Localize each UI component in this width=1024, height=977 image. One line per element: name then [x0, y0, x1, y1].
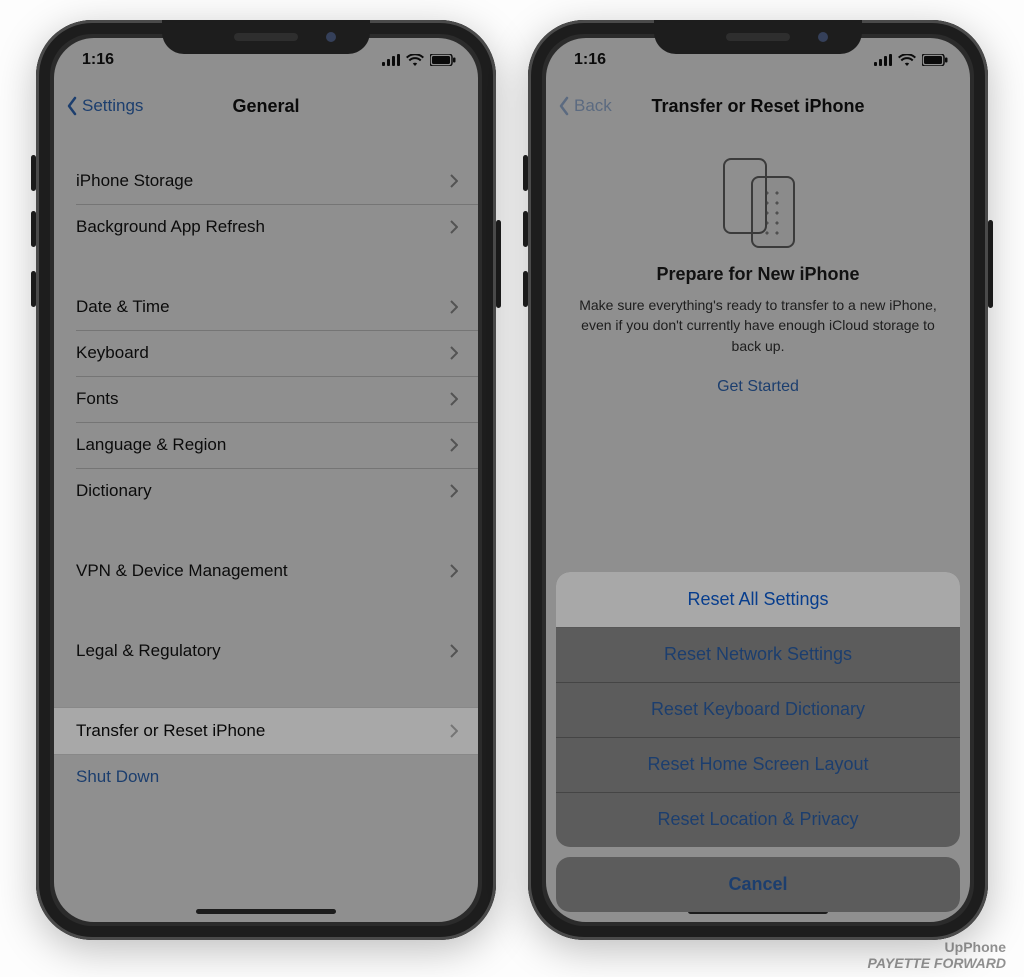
prepare-panel: Prepare for New iPhone Make sure everyth…	[546, 158, 970, 396]
chevron-right-icon	[450, 484, 458, 498]
row-shut-down[interactable]: Shut Down	[54, 754, 478, 800]
row-iphone-storage[interactable]: iPhone Storage	[54, 158, 478, 204]
speaker-slot	[726, 33, 790, 41]
chevron-right-icon	[450, 564, 458, 578]
chevron-right-icon	[450, 644, 458, 658]
wifi-icon	[406, 54, 424, 66]
status-time: 1:16	[82, 51, 114, 69]
chevron-right-icon	[450, 392, 458, 406]
sheet-cancel-block: Cancel	[556, 857, 960, 912]
row-language-region[interactable]: Language & Region	[54, 422, 478, 468]
row-legal[interactable]: Legal & Regulatory	[54, 628, 478, 674]
status-icons	[382, 54, 456, 66]
row-date-time[interactable]: Date & Time	[54, 284, 478, 330]
chevron-right-icon	[450, 174, 458, 188]
opt-reset-all-settings[interactable]: Reset All Settings	[556, 572, 960, 627]
row-transfer-reset[interactable]: Transfer or Reset iPhone	[54, 708, 478, 754]
status-time: 1:16	[574, 51, 606, 69]
cellular-icon	[382, 54, 400, 66]
chevron-right-icon	[450, 346, 458, 360]
chevron-right-icon	[450, 438, 458, 452]
home-indicator[interactable]	[196, 909, 336, 914]
group-transfer: Transfer or Reset iPhone Shut Down	[54, 708, 478, 800]
row-label: Legal & Regulatory	[76, 641, 221, 661]
row-label: Dictionary	[76, 481, 152, 501]
opt-reset-location-privacy[interactable]: Reset Location & Privacy	[556, 792, 960, 847]
prepare-heading: Prepare for New iPhone	[576, 264, 940, 285]
battery-icon	[430, 54, 456, 66]
chevron-right-icon	[450, 724, 458, 738]
iphone-right: 1:16 Back Transfer or Reset iPhone	[528, 20, 988, 940]
wifi-icon	[898, 54, 916, 66]
row-keyboard[interactable]: Keyboard	[54, 330, 478, 376]
devices-icon	[715, 158, 801, 248]
row-label: Background App Refresh	[76, 217, 265, 237]
chevron-right-icon	[450, 300, 458, 314]
front-camera	[326, 32, 336, 42]
chevron-left-icon	[66, 96, 78, 116]
group-storage: iPhone Storage Background App Refresh	[54, 158, 478, 250]
row-label: Shut Down	[76, 767, 159, 787]
iphone-left: 1:16 Settings General iPhone Storage	[36, 20, 496, 940]
prepare-body: Make sure everything's ready to transfer…	[576, 295, 940, 356]
nav-bar: Back Transfer or Reset iPhone	[546, 82, 970, 130]
opt-reset-keyboard-dict[interactable]: Reset Keyboard Dictionary	[556, 682, 960, 737]
cancel-button[interactable]: Cancel	[556, 857, 960, 912]
battery-icon	[922, 54, 948, 66]
row-label: Fonts	[76, 389, 119, 409]
row-background-refresh[interactable]: Background App Refresh	[54, 204, 478, 250]
notch	[654, 20, 862, 54]
group-legal: Legal & Regulatory	[54, 628, 478, 674]
reset-action-sheet: Reset All Settings Reset Network Setting…	[556, 572, 960, 912]
chevron-right-icon	[450, 220, 458, 234]
back-label: Back	[574, 96, 612, 116]
sheet-options: Reset All Settings Reset Network Setting…	[556, 572, 960, 847]
nav-bar: Settings General	[54, 82, 478, 130]
row-vpn[interactable]: VPN & Device Management	[54, 548, 478, 594]
speaker-slot	[234, 33, 298, 41]
row-label: Language & Region	[76, 435, 226, 455]
opt-reset-home-layout[interactable]: Reset Home Screen Layout	[556, 737, 960, 792]
opt-reset-network[interactable]: Reset Network Settings	[556, 627, 960, 682]
row-label: Transfer or Reset iPhone	[76, 721, 265, 741]
row-dictionary[interactable]: Dictionary	[54, 468, 478, 514]
chevron-left-icon	[558, 96, 570, 116]
row-label: Keyboard	[76, 343, 149, 363]
row-label: Date & Time	[76, 297, 170, 317]
group-vpn: VPN & Device Management	[54, 548, 478, 594]
get-started-link[interactable]: Get Started	[576, 378, 940, 396]
screen-left: 1:16 Settings General iPhone Storage	[54, 38, 478, 922]
status-icons	[874, 54, 948, 66]
row-fonts[interactable]: Fonts	[54, 376, 478, 422]
row-label: VPN & Device Management	[76, 561, 288, 581]
row-label: iPhone Storage	[76, 171, 193, 191]
back-button[interactable]: Back	[558, 96, 612, 116]
screen-right: 1:16 Back Transfer or Reset iPhone	[546, 38, 970, 922]
notch	[162, 20, 370, 54]
cellular-icon	[874, 54, 892, 66]
group-datetime: Date & Time Keyboard Fonts Language & Re…	[54, 284, 478, 514]
back-button[interactable]: Settings	[66, 96, 143, 116]
front-camera	[818, 32, 828, 42]
back-label: Settings	[82, 96, 143, 116]
